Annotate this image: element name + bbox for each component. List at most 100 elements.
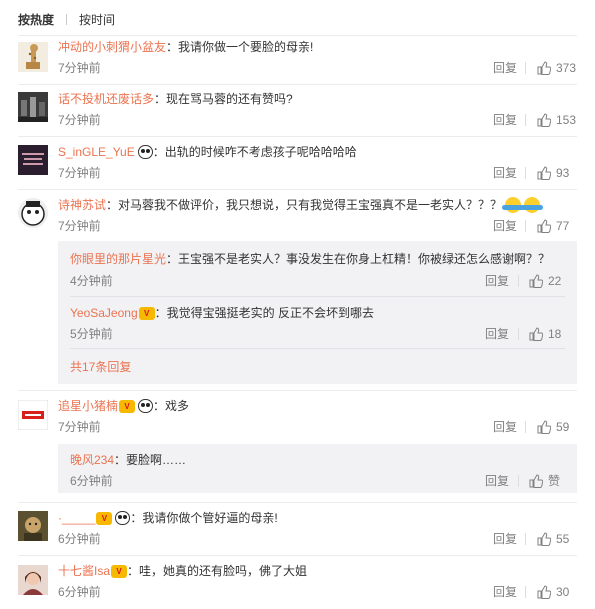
reply-button[interactable]: 回复	[493, 584, 517, 600]
sort-by-hot-tab[interactable]: 按热度	[18, 11, 54, 28]
panda-emoji-icon	[137, 145, 153, 159]
thumbs-up-icon	[537, 585, 551, 599]
like-button[interactable]: 赞	[529, 473, 560, 489]
vip-badge-icon: V	[138, 306, 155, 320]
like-count: 153	[556, 113, 577, 127]
thumbs-up-icon	[529, 474, 543, 488]
like-button[interactable]: 22	[529, 273, 561, 289]
username-link[interactable]: S_inGLE_YuE	[58, 144, 135, 160]
reply-button[interactable]: 回复	[485, 326, 509, 342]
thumbs-up-icon	[537, 219, 551, 233]
like-count: 55	[556, 532, 570, 546]
like-count: 93	[556, 166, 570, 180]
username-link[interactable]: YeoSaJeong	[70, 305, 138, 321]
reply-line: 你眼里的那片星光：王宝强不是老实人？事没发生在你身上杠精！你被绿还怎么感谢啊？？	[70, 251, 551, 267]
thumbs-up-icon	[537, 420, 551, 434]
comment-line: 冲动的小刺猬小盆友：我请你做一个要脸的母亲!	[58, 39, 314, 55]
comment-text: 我请你做个管好逼的母亲!	[142, 511, 278, 525]
action-separator	[518, 328, 519, 340]
like-button[interactable]: 77	[537, 218, 569, 234]
comment-line: ·_____ V：我请你做个管好逼的母亲!	[58, 510, 278, 526]
username-link[interactable]: 冲动的小刺猬小盆友	[58, 39, 166, 55]
action-separator	[525, 533, 526, 545]
like-button[interactable]: 59	[537, 419, 569, 435]
comment-time: 7分钟前	[58, 166, 101, 180]
username-link[interactable]: 十七酱Isa	[58, 563, 110, 579]
reply-button[interactable]: 回复	[485, 473, 509, 489]
comment-time: 7分钟前	[58, 420, 101, 434]
thumbs-up-icon	[529, 274, 543, 288]
avatar[interactable]	[18, 565, 48, 595]
header-divider	[18, 35, 577, 36]
username-link[interactable]: ·_____	[58, 510, 95, 526]
comment-line: S_inGLE_YuE：出轨的时候咋不考虑孩子呢哈哈哈哈	[58, 144, 357, 160]
reply-button[interactable]: 回复	[493, 531, 517, 547]
action-separator	[525, 220, 526, 232]
thumbs-up-icon	[529, 327, 543, 341]
comment-time: 7分钟前	[58, 113, 101, 127]
comment-time: 7分钟前	[58, 61, 101, 75]
reply-button[interactable]: 回复	[485, 273, 509, 289]
thumbs-up-icon	[537, 113, 551, 127]
username-link[interactable]: 诗神苏试	[58, 197, 106, 213]
vip-badge-icon: V	[96, 511, 113, 525]
like-count: 18	[548, 327, 562, 341]
like-button[interactable]: 93	[537, 165, 569, 181]
comment-divider	[18, 502, 577, 503]
reply-thread: 晚风234：要脸啊…… 6分钟前 回复 赞	[58, 444, 577, 493]
panda-emoji-icon	[138, 399, 154, 413]
panda-emoji-icon	[115, 511, 131, 525]
comment-text: 出轨的时候咋不考虑孩子呢哈哈哈哈	[164, 145, 357, 159]
reply-line: YeoSaJeong V：我觉得宝强挺老实的 反正不会坏到哪去	[70, 305, 374, 321]
avatar[interactable]	[18, 145, 48, 175]
username-link[interactable]: 话不投机还废话多	[58, 91, 154, 107]
username-link[interactable]: 追星小猪楠	[58, 398, 118, 414]
like-count: 373	[556, 61, 577, 75]
like-count: 30	[556, 585, 570, 599]
avatar[interactable]	[18, 511, 48, 541]
action-separator	[525, 421, 526, 433]
reply-time: 4分钟前	[70, 274, 113, 288]
reply-text: 王宝强不是老实人？事没发生在你身上杠精！你被绿还怎么感谢啊？？	[178, 252, 551, 266]
action-separator	[518, 475, 519, 487]
like-count: 59	[556, 420, 570, 434]
comment-time: 6分钟前	[58, 532, 101, 546]
like-count: 赞	[548, 474, 561, 488]
more-replies-link[interactable]: 共17条回复	[70, 359, 131, 375]
reply-time: 5分钟前	[70, 327, 113, 341]
reply-divider	[70, 296, 565, 297]
vip-badge-icon: V	[111, 564, 128, 578]
comment-time: 6分钟前	[58, 585, 101, 599]
sort-separator	[66, 13, 68, 25]
like-button[interactable]: 18	[529, 326, 561, 342]
comment-line: 追星小猪楠 V：戏多	[58, 398, 190, 414]
comment-text: 我请你做一个要脸的母亲!	[178, 40, 314, 54]
avatar[interactable]	[18, 92, 48, 122]
avatar[interactable]	[18, 400, 48, 430]
reply-button[interactable]: 回复	[493, 419, 517, 435]
comment-line: 话不投机还废话多：现在骂马蓉的还有赞吗?	[58, 91, 293, 107]
avatar[interactable]	[18, 42, 48, 72]
like-count: 22	[548, 274, 562, 288]
comment-line: 诗神苏试：对马蓉我不做评价，我只想说，只有我觉得王宝强真不是一老实人？？？	[58, 197, 544, 213]
like-button[interactable]: 30	[537, 584, 569, 600]
comment-text: 对马蓉我不做评价，我只想说，只有我觉得王宝强真不是一老实人？？？	[118, 198, 503, 212]
comment-divider	[18, 136, 577, 137]
comment-text: 戏多	[165, 399, 190, 413]
reply-button[interactable]: 回复	[493, 218, 517, 234]
username-link[interactable]: 晚风234	[70, 452, 114, 468]
username-link[interactable]: 你眼里的那片星光	[70, 251, 166, 267]
reply-button[interactable]: 回复	[493, 60, 517, 76]
like-button[interactable]: 153	[537, 112, 576, 128]
thumbs-up-icon	[537, 532, 551, 546]
like-button[interactable]: 373	[537, 60, 576, 76]
reply-text: 我觉得宝强挺老实的 反正不会坏到哪去	[166, 306, 374, 320]
thumbs-up-icon	[537, 61, 551, 75]
like-button[interactable]: 55	[537, 531, 569, 547]
reply-button[interactable]: 回复	[493, 165, 517, 181]
avatar[interactable]	[18, 198, 48, 228]
reply-button[interactable]: 回复	[493, 112, 517, 128]
sort-by-time-tab[interactable]: 按时间	[79, 11, 115, 28]
reply-time: 6分钟前	[70, 474, 113, 488]
comment-line: 十七酱Isa V：哇，她真的还有脸吗，佛了大姐	[58, 563, 308, 579]
